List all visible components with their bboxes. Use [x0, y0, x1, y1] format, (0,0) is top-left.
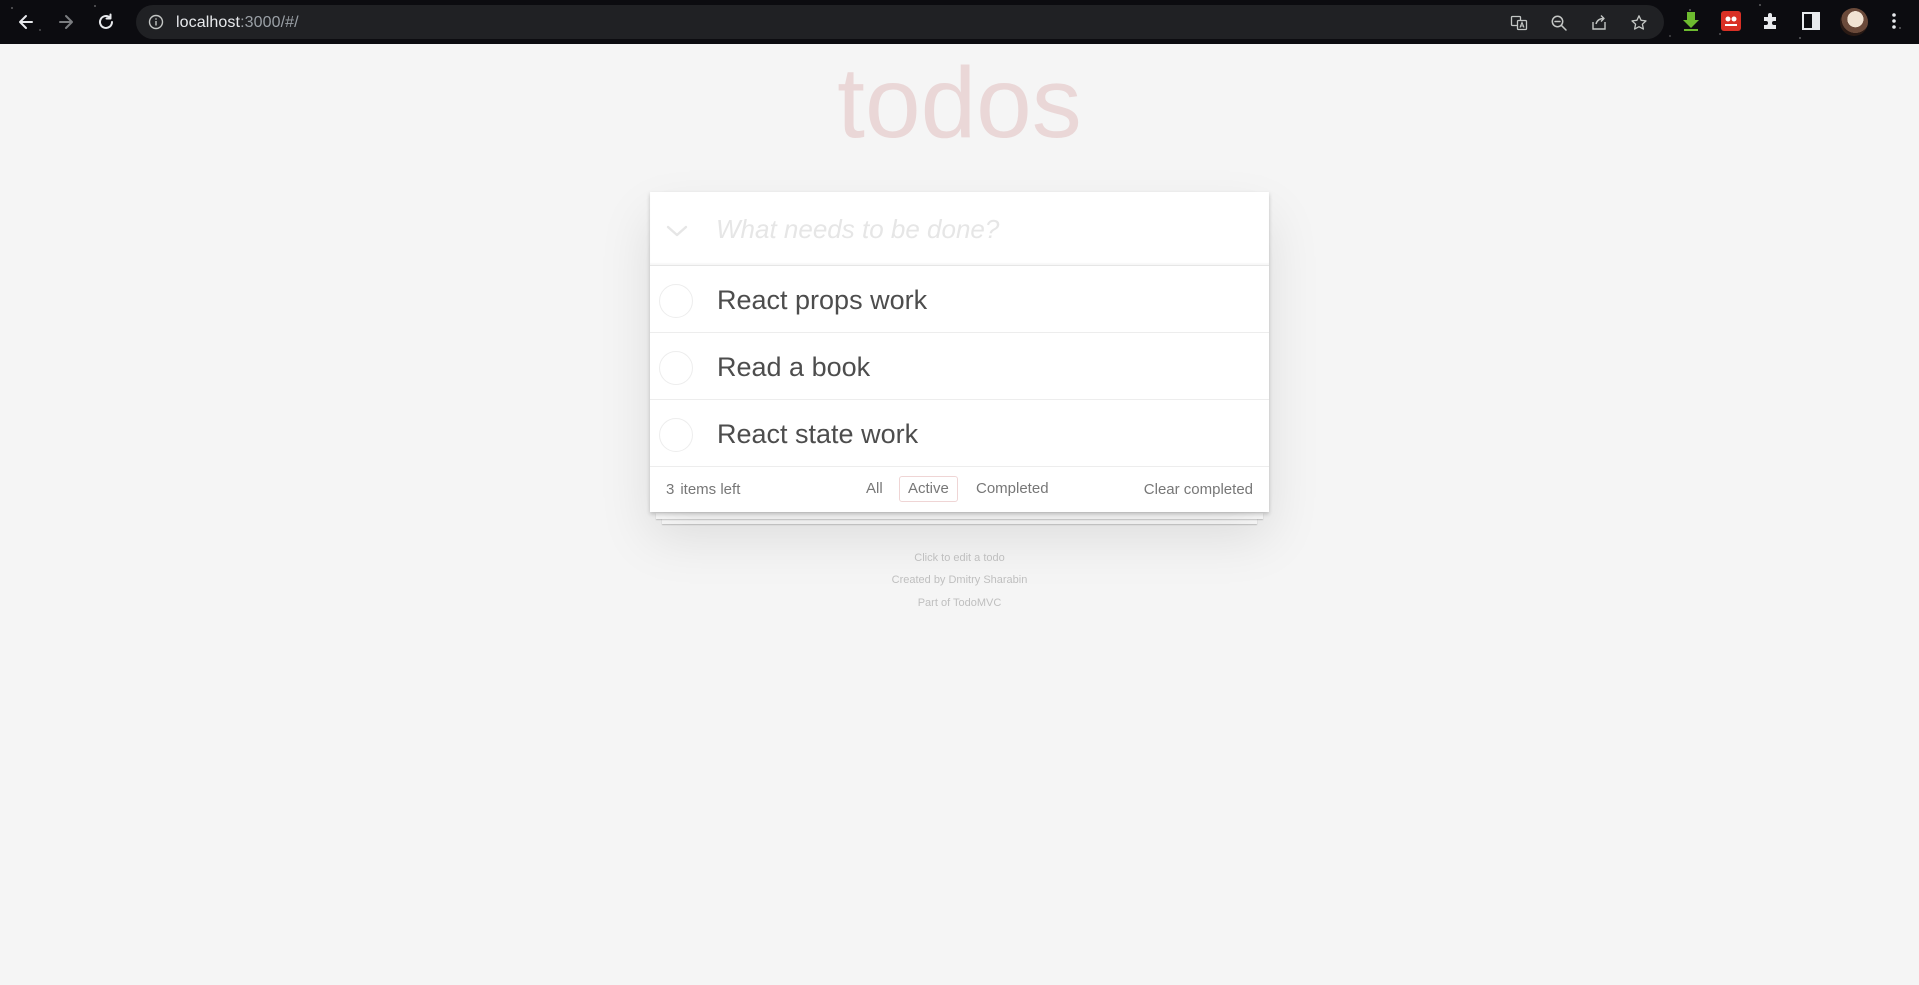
translate-icon[interactable]: [1510, 14, 1528, 32]
back-icon[interactable]: [13, 9, 39, 35]
todo-item[interactable]: React state work: [650, 400, 1269, 467]
share-icon[interactable]: [1590, 14, 1608, 32]
card-stack-shadow: [656, 513, 1263, 519]
url-path: :3000/#/: [240, 14, 299, 31]
todo-app: React props work Read a book React state…: [650, 192, 1269, 512]
app-title: todos: [837, 47, 1082, 159]
info-edit-hint: Click to edit a todo: [914, 552, 1005, 564]
todo-header: [650, 192, 1269, 266]
todo-footer: 3 items left All Active Completed Clear c…: [650, 467, 1269, 512]
forward-icon[interactable]: [53, 9, 79, 35]
browser-toolbar: localhost:3000/#/: [0, 0, 1919, 44]
puzzle-extensions-icon[interactable]: [1760, 10, 1782, 32]
bookmark-star-icon[interactable]: [1630, 14, 1648, 32]
profile-avatar[interactable]: [1840, 8, 1868, 36]
reload-icon[interactable]: [93, 9, 119, 35]
todo-label[interactable]: React props work: [717, 284, 927, 316]
filter-all[interactable]: All: [857, 476, 892, 502]
todo-checkbox[interactable]: [659, 284, 693, 318]
clear-completed-button[interactable]: Clear completed: [1144, 481, 1253, 498]
download-icon[interactable]: [1680, 10, 1702, 32]
toggle-all-chevron-icon[interactable]: [662, 216, 692, 246]
menu-kebab-icon[interactable]: [1883, 10, 1905, 32]
new-todo-input[interactable]: [716, 192, 1256, 266]
todo-label[interactable]: React state work: [717, 418, 918, 450]
extension-red-icon[interactable]: [1720, 10, 1742, 32]
info-credits: Created by Dmitry Sharabin: [891, 574, 1028, 586]
zoom-out-icon[interactable]: [1550, 14, 1568, 32]
filter-completed[interactable]: Completed: [967, 476, 1058, 502]
todo-checkbox[interactable]: [659, 418, 693, 452]
url-text[interactable]: localhost:3000/#/: [176, 14, 299, 32]
todo-checkbox[interactable]: [659, 351, 693, 385]
todo-label[interactable]: Read a book: [717, 351, 870, 383]
todo-item[interactable]: Read a book: [650, 333, 1269, 400]
site-info-icon[interactable]: [148, 14, 164, 30]
todo-item[interactable]: React props work: [650, 266, 1269, 333]
side-panel-icon[interactable]: [1800, 10, 1822, 32]
url-host: localhost: [176, 14, 241, 31]
address-bar[interactable]: localhost:3000/#/: [136, 5, 1664, 39]
filter-active[interactable]: Active: [899, 476, 958, 502]
info-todomvc: Part of TodoMVC: [917, 597, 1002, 609]
